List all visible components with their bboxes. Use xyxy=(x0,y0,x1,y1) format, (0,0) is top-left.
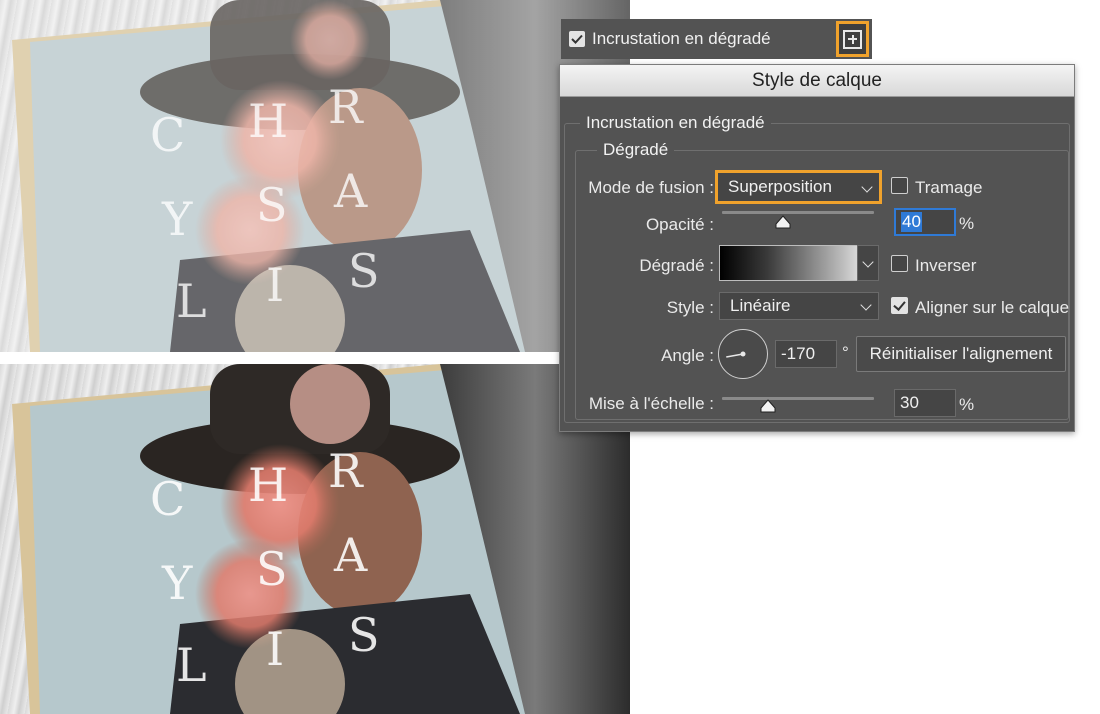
style-select[interactable]: Linéaire xyxy=(719,292,879,320)
chevron-down-icon xyxy=(861,181,873,193)
magazine-illustration xyxy=(12,364,630,714)
section-title: Incrustation en dégradé xyxy=(580,113,771,133)
magazine-letter: L xyxy=(176,274,207,328)
magazine-photo-before: C H R Y S A L I S xyxy=(0,0,630,352)
magazine-letter: S xyxy=(348,608,380,662)
style-label: Style : xyxy=(666,298,714,317)
layer-effect-label: Incrustation en dégradé xyxy=(592,29,771,48)
angle-dial[interactable] xyxy=(718,329,768,379)
opacity-label: Opacité : xyxy=(645,215,714,234)
layer-effect-checkbox[interactable] xyxy=(569,31,585,47)
magazine-photo-after: C H R Y S A L I S xyxy=(0,364,630,714)
opacity-value: 40 xyxy=(901,212,922,232)
plus-square-icon xyxy=(843,29,862,49)
opacity-input[interactable]: 40 xyxy=(894,208,956,236)
gradient-label: Dégradé : xyxy=(639,256,714,275)
opacity-unit: % xyxy=(959,214,975,233)
blend-mode-value: Superposition xyxy=(728,177,832,196)
angle-label: Angle : xyxy=(661,346,714,365)
magazine-letter: S xyxy=(256,178,288,232)
gradient-preview[interactable] xyxy=(719,245,879,281)
style-value: Linéaire xyxy=(730,296,791,315)
magazine-letter: R xyxy=(328,444,363,498)
dialog-title: Style de calque xyxy=(752,69,882,91)
dither-checkbox[interactable] xyxy=(891,177,908,194)
magazine-letter: H xyxy=(248,94,289,148)
magazine-letter: L xyxy=(176,638,207,692)
magazine-letter: I xyxy=(266,622,285,676)
magazine-letter: C xyxy=(150,472,186,526)
chevron-down-icon xyxy=(860,299,872,311)
dither-label: Tramage xyxy=(915,178,983,197)
layer-style-dialog: Style de calque Incrustation en dégradé … xyxy=(559,64,1075,432)
add-effect-button[interactable] xyxy=(836,21,869,57)
reset-alignment-button[interactable]: Réinitialiser l'alignement xyxy=(856,336,1066,372)
subsection-title: Dégradé xyxy=(597,140,675,160)
magazine-letter: H xyxy=(248,458,289,512)
align-with-layer-label: Aligner sur le calque xyxy=(915,298,1070,317)
reverse-checkbox[interactable] xyxy=(891,255,908,272)
dialog-title-bar[interactable]: Style de calque xyxy=(560,65,1074,97)
scale-slider-thumb[interactable] xyxy=(760,399,776,413)
scale-input[interactable]: 30 xyxy=(894,389,956,417)
magazine-letter: A xyxy=(334,164,368,218)
checkmark-icon xyxy=(571,34,583,44)
magazine-letter: Y xyxy=(162,192,193,246)
magazine-illustration xyxy=(0,0,630,352)
opacity-slider-track[interactable] xyxy=(722,211,874,214)
angle-value: -170 xyxy=(781,344,816,363)
angle-input[interactable]: -170 xyxy=(775,340,837,368)
reset-alignment-label: Réinitialiser l'alignement xyxy=(869,344,1053,363)
magazine-letter: S xyxy=(348,244,380,298)
scale-label: Mise à l'échelle : xyxy=(588,394,714,413)
magazine-letter: A xyxy=(334,528,368,582)
magazine-letter: C xyxy=(150,108,186,162)
layer-effect-row[interactable]: Incrustation en dégradé xyxy=(561,19,872,59)
magazine-letter: Y xyxy=(162,556,193,610)
scale-slider-track[interactable] xyxy=(722,397,874,400)
angle-unit: ° xyxy=(842,343,849,362)
scale-value: 30 xyxy=(900,393,919,412)
align-with-layer-checkbox[interactable] xyxy=(891,297,908,314)
reverse-label: Inverser xyxy=(915,256,977,275)
opacity-slider-thumb[interactable] xyxy=(775,215,791,229)
blend-mode-select[interactable]: Superposition xyxy=(715,170,882,204)
blend-mode-label: Mode de fusion : xyxy=(588,178,714,197)
scale-unit: % xyxy=(959,395,975,414)
chevron-down-icon[interactable] xyxy=(857,245,879,281)
magazine-letter: R xyxy=(328,80,363,134)
magazine-letter: I xyxy=(266,258,285,312)
angle-dial-icon xyxy=(725,351,745,358)
magazine-letter: S xyxy=(256,542,288,596)
